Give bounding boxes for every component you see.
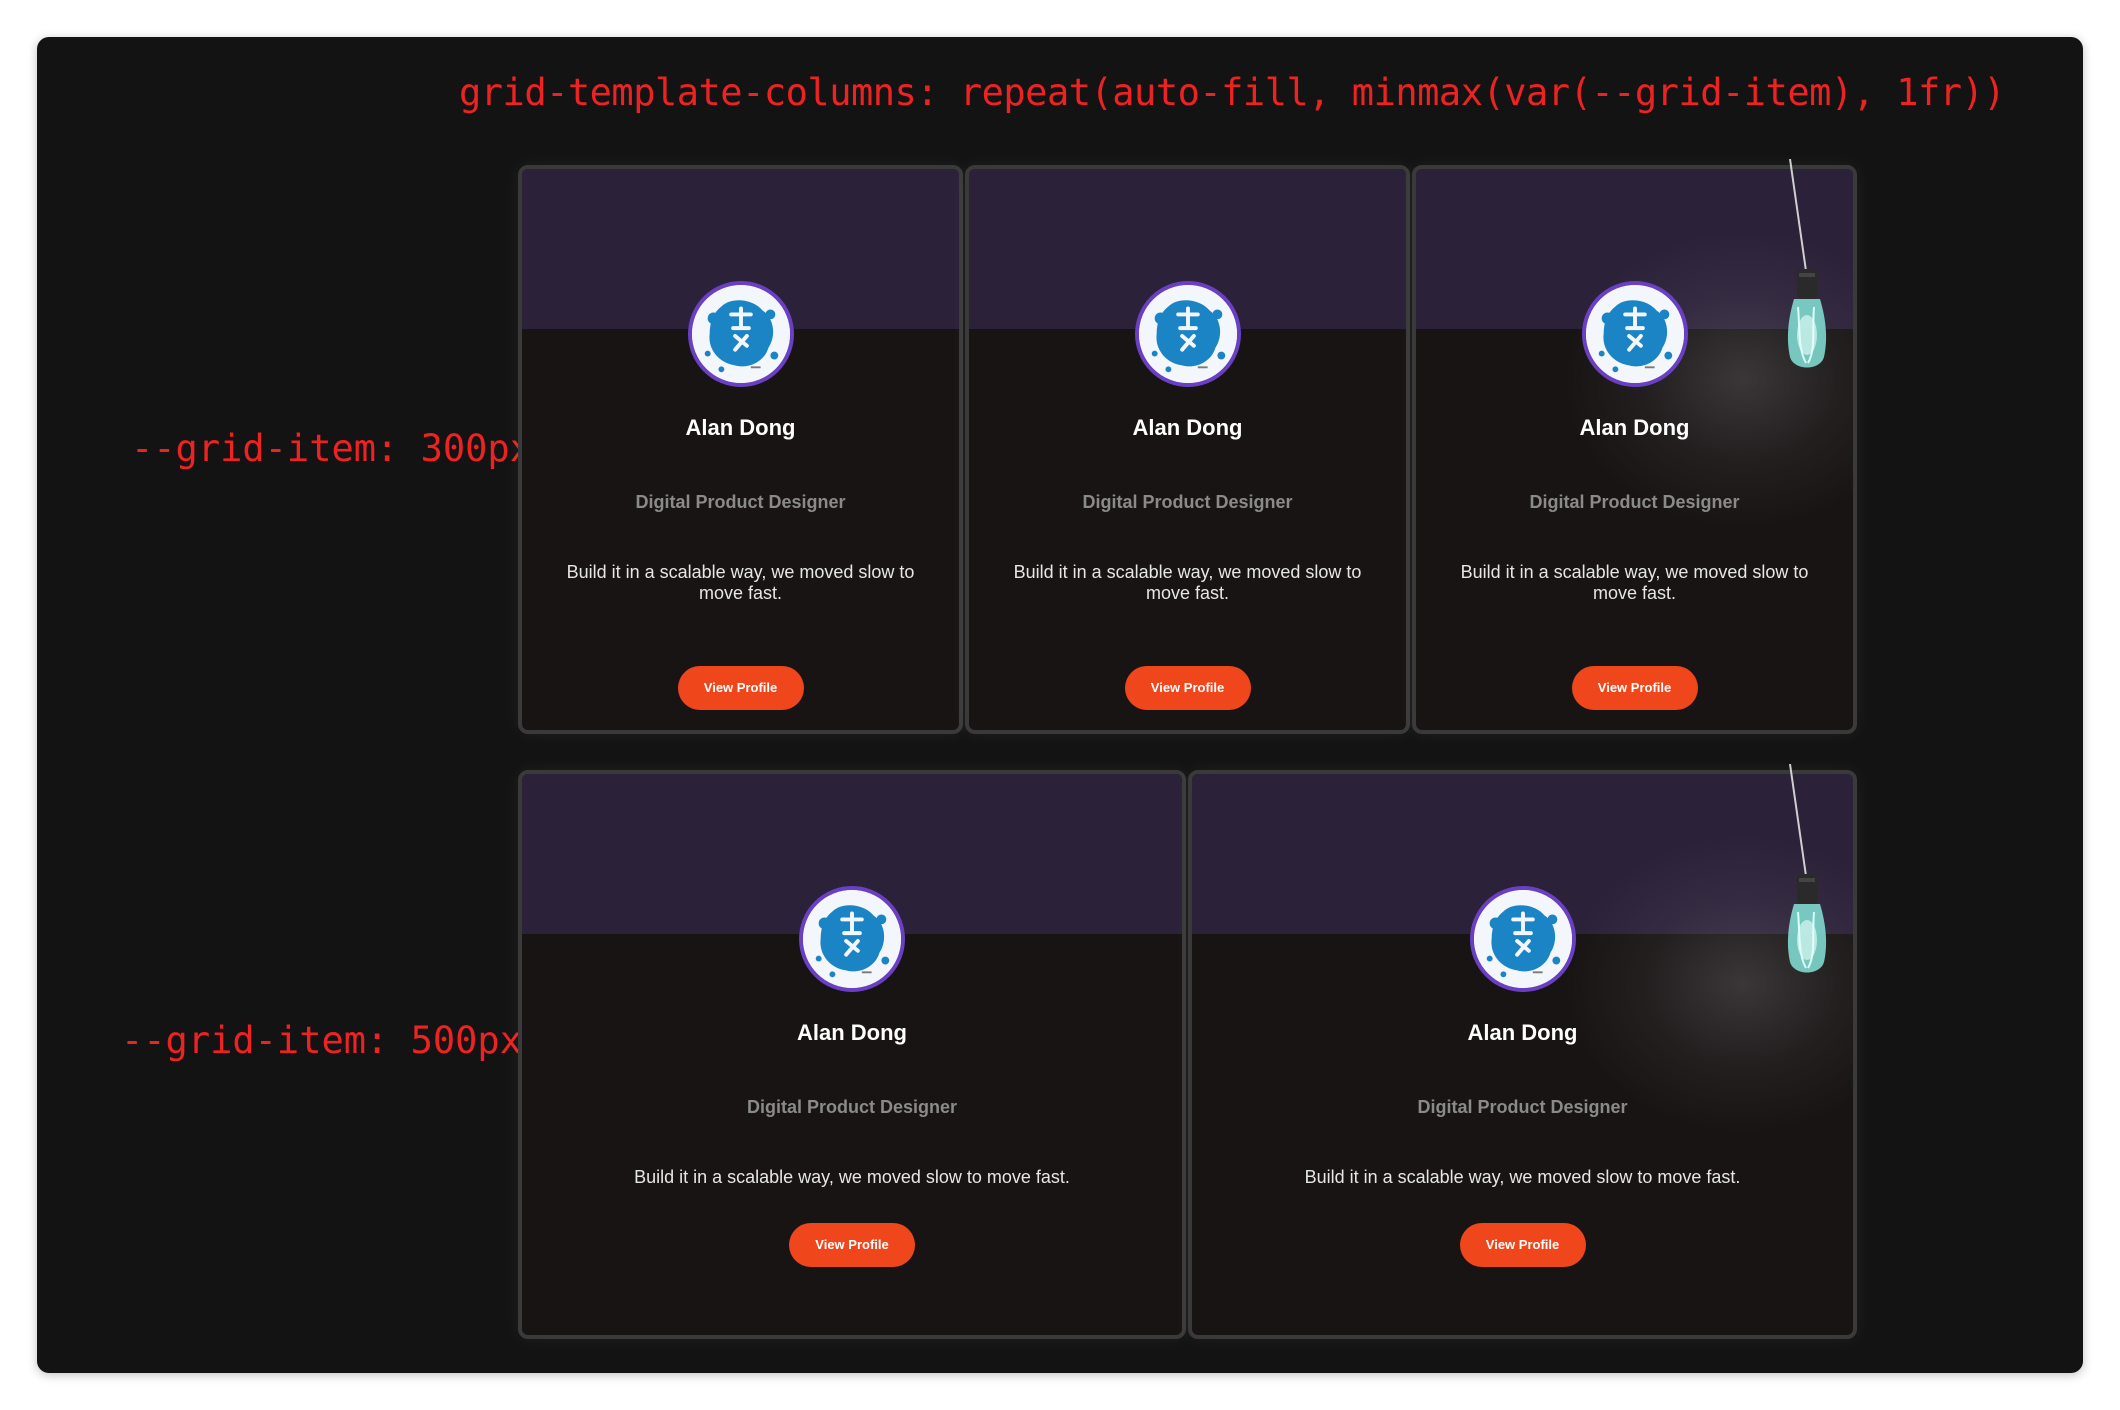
profile-card-5: Alan Dong Digital Product Designer Build… (1188, 770, 1857, 1339)
avatar-icon (687, 281, 794, 387)
hanging-lightbulb-icon (1782, 764, 1842, 994)
avatar-icon (1581, 281, 1688, 387)
row2-annotation: --grid-item: 500px (121, 1019, 522, 1062)
row1-annotation: --grid-item: 300px (131, 427, 532, 470)
profile-card-1: Alan Dong Digital Product Designer Build… (518, 165, 963, 734)
profile-bio: Build it in a scalable way, we moved slo… (566, 562, 915, 603)
profile-bio: Build it in a scalable way, we moved slo… (634, 1167, 1070, 1187)
profile-bio: Build it in a scalable way, we moved slo… (1013, 562, 1362, 603)
profile-role: Digital Product Designer (1417, 1097, 1628, 1117)
avatar-icon (1469, 886, 1576, 992)
profile-name: Alan Dong (1132, 415, 1243, 440)
view-profile-button[interactable]: View Profile (677, 666, 804, 710)
profile-name: Alan Dong (797, 1020, 907, 1045)
view-profile-button[interactable]: View Profile (1124, 666, 1251, 710)
profile-bio: Build it in a scalable way, we moved slo… (1304, 1167, 1741, 1187)
demo-canvas: grid-template-columns: repeat(auto-fill,… (37, 37, 2083, 1373)
avatar-icon (1134, 281, 1241, 387)
profile-role: Digital Product Designer (1529, 492, 1740, 512)
profile-role: Digital Product Designer (635, 492, 846, 512)
profile-name: Alan Dong (1579, 415, 1690, 440)
profile-role: Digital Product Designer (746, 1097, 958, 1117)
profile-bio: Build it in a scalable way, we moved slo… (1460, 562, 1809, 603)
profile-card-2: Alan Dong Digital Product Designer Build… (965, 165, 1410, 734)
profile-card-4: Alan Dong Digital Product Designer Build… (518, 770, 1186, 1339)
grid-rule-annotation: grid-template-columns: repeat(auto-fill,… (459, 71, 2006, 114)
profile-role: Digital Product Designer (1082, 492, 1293, 512)
avatar-icon (799, 886, 905, 992)
profile-name: Alan Dong (1467, 1020, 1578, 1045)
view-profile-button[interactable]: View Profile (789, 1223, 915, 1267)
profile-name: Alan Dong (685, 415, 796, 440)
view-profile-button[interactable]: View Profile (1571, 666, 1698, 710)
view-profile-button[interactable]: View Profile (1459, 1223, 1586, 1267)
hanging-lightbulb-icon (1782, 159, 1842, 389)
